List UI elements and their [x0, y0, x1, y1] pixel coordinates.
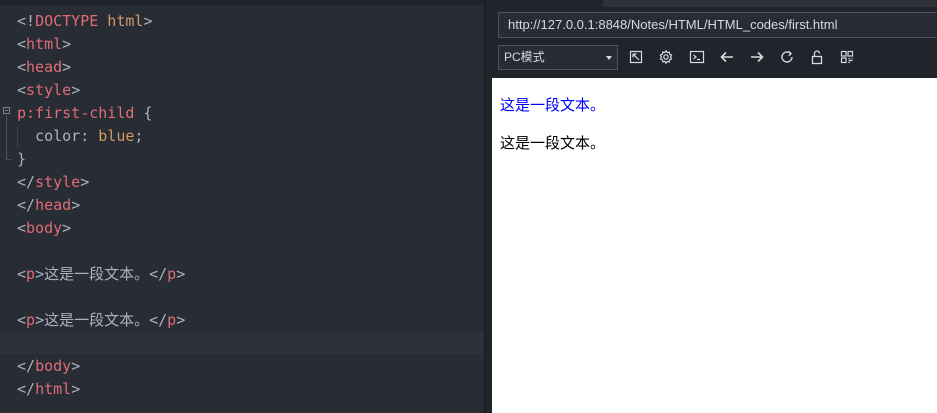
settings-icon	[659, 49, 673, 65]
page-content: 这是一段文本。 这是一段文本。	[492, 78, 937, 413]
code-token: ;	[134, 127, 144, 145]
code-token: <	[17, 219, 27, 237]
code-token: </	[17, 173, 36, 191]
code-token: body	[26, 219, 63, 237]
code-token: <	[17, 265, 27, 283]
settings-button[interactable]	[656, 47, 676, 67]
code-token: >	[143, 12, 153, 30]
code-token: 这是一段文本。	[44, 311, 150, 329]
code-token: >	[62, 219, 72, 237]
code-token: {	[134, 104, 153, 122]
current-line-highlight	[0, 332, 484, 354]
code-token: html	[26, 35, 63, 53]
code-token: <	[17, 58, 27, 76]
code-line[interactable]: </style>	[17, 171, 89, 194]
fold-gutter[interactable]	[3, 107, 15, 167]
url-input[interactable]: http://127.0.0.1:8848/Notes/HTML/HTML_co…	[498, 12, 937, 38]
code-line[interactable]: <head>	[17, 56, 71, 79]
qrcode-icon	[840, 50, 854, 64]
chevron-down-icon	[606, 56, 612, 60]
code-line[interactable]: }	[17, 148, 26, 171]
code-token: color	[17, 127, 81, 145]
fold-range-line	[6, 115, 7, 159]
forward-arrow-icon	[751, 51, 764, 63]
fold-range-end	[6, 159, 11, 160]
code-token: >	[71, 81, 81, 99]
code-token: <	[17, 81, 27, 99]
pane-divider[interactable]	[484, 0, 492, 413]
console-icon	[689, 50, 705, 64]
code-token: DOCTYPE	[35, 12, 99, 30]
code-token: >	[35, 311, 45, 329]
code-token: </	[149, 311, 168, 329]
device-mode-select[interactable]: PC模式	[498, 45, 618, 70]
code-line[interactable]: <!DOCTYPE html>	[17, 10, 152, 33]
code-token: >	[176, 265, 186, 283]
browser-preview-pane: http://127.0.0.1:8848/Notes/HTML/HTML_co…	[492, 0, 937, 413]
code-token: <	[17, 311, 27, 329]
code-token: blue	[98, 127, 135, 145]
fold-collapse-icon[interactable]	[3, 107, 10, 114]
code-token: p	[167, 265, 177, 283]
code-line[interactable]: <p>这是一段文本。</p>	[17, 263, 185, 286]
code-token: >	[71, 357, 81, 375]
code-line[interactable]: color: blue;	[17, 125, 143, 148]
code-token: head	[26, 58, 63, 76]
refresh-icon	[781, 50, 793, 63]
code-token: p	[26, 265, 36, 283]
code-token: html	[98, 12, 144, 30]
code-token: html	[35, 380, 72, 398]
browser-toolbar-area: http://127.0.0.1:8848/Notes/HTML/HTML_co…	[492, 0, 937, 78]
code-token: >	[71, 196, 81, 214]
code-token: </	[17, 380, 36, 398]
code-token: >	[62, 58, 72, 76]
code-token: >	[35, 265, 45, 283]
code-token: head	[35, 196, 72, 214]
code-token: </	[17, 357, 36, 375]
code-token: </	[149, 265, 168, 283]
qrcode-button[interactable]	[837, 47, 857, 67]
code-line[interactable]: <style>	[17, 79, 80, 102]
code-line[interactable]: </html>	[17, 378, 80, 401]
code-editor[interactable]: <!DOCTYPE html> <html> <head> <style> p:firs…	[0, 0, 484, 413]
code-token: body	[35, 357, 72, 375]
back-button[interactable]	[717, 47, 737, 67]
browser-tab-strip	[603, 0, 937, 7]
code-token: >	[62, 35, 72, 53]
console-button[interactable]	[687, 47, 707, 67]
code-token: }	[17, 150, 27, 168]
code-token: style	[26, 81, 72, 99]
editor-tab-strip	[0, 0, 484, 5]
code-token: <!	[17, 12, 36, 30]
code-line[interactable]: </body>	[17, 355, 80, 378]
code-token: <	[17, 35, 27, 53]
open-external-button[interactable]	[626, 47, 646, 67]
code-token: :	[80, 127, 99, 145]
code-token: p:first-child	[17, 104, 135, 122]
open-external-icon	[629, 50, 643, 64]
code-line[interactable]: <html>	[17, 33, 71, 56]
code-token: >	[80, 173, 90, 191]
code-token: p	[167, 311, 177, 329]
refresh-button[interactable]	[777, 47, 797, 67]
code-line[interactable]: p:first-child {	[17, 102, 152, 125]
device-mode-label: PC模式	[504, 50, 545, 64]
paragraph-first: 这是一段文本。	[500, 96, 606, 114]
code-token: 这是一段文本。	[44, 265, 150, 283]
unlock-button[interactable]	[807, 47, 827, 67]
forward-button[interactable]	[747, 47, 767, 67]
code-token: </	[17, 196, 36, 214]
code-line[interactable]: </head>	[17, 194, 80, 217]
back-arrow-icon	[720, 51, 733, 63]
code-token: >	[176, 311, 186, 329]
code-line[interactable]: <p>这是一段文本。</p>	[17, 309, 185, 332]
unlock-icon	[811, 50, 823, 65]
code-line[interactable]: <body>	[17, 217, 71, 240]
code-token: style	[35, 173, 81, 191]
code-token: >	[71, 380, 81, 398]
paragraph-second: 这是一段文本。	[500, 134, 606, 152]
code-token: p	[26, 311, 36, 329]
